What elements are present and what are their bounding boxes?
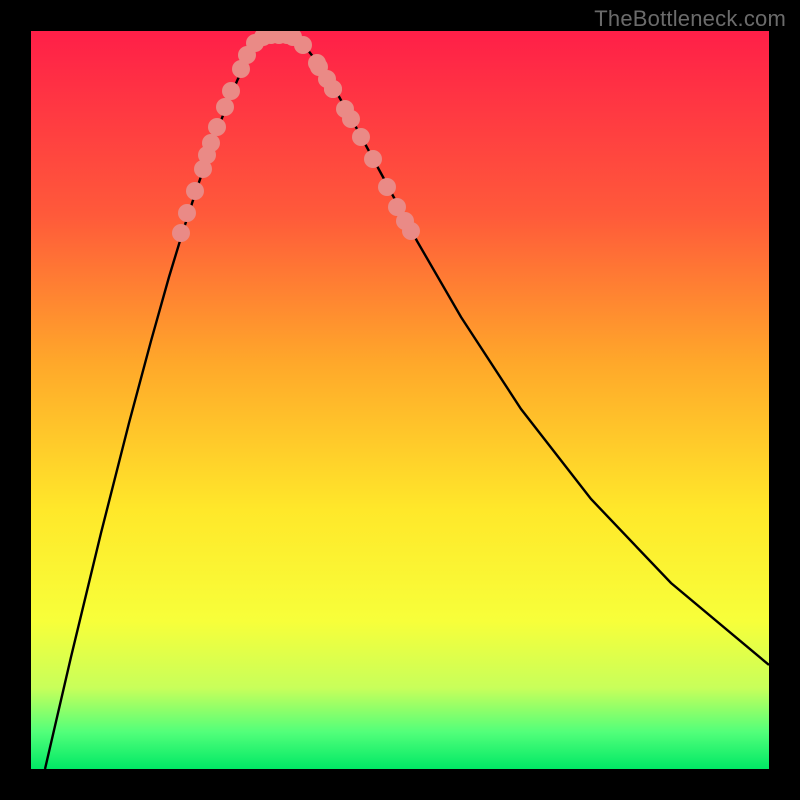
sample-point (402, 222, 420, 240)
plot-area (31, 31, 769, 769)
sample-point (216, 98, 234, 116)
sample-point (352, 128, 370, 146)
sample-point (342, 110, 360, 128)
sample-point (208, 118, 226, 136)
plot-svg (31, 31, 769, 769)
sample-point (378, 178, 396, 196)
sample-point (202, 134, 220, 152)
sample-point (222, 82, 240, 100)
sample-point (186, 182, 204, 200)
sample-point (324, 80, 342, 98)
marker-group (172, 31, 420, 242)
sample-point (178, 204, 196, 222)
bottleneck-curve (45, 35, 769, 769)
sample-point (294, 36, 312, 54)
sample-point (364, 150, 382, 168)
watermark-text: TheBottleneck.com (594, 6, 786, 32)
sample-point (172, 224, 190, 242)
